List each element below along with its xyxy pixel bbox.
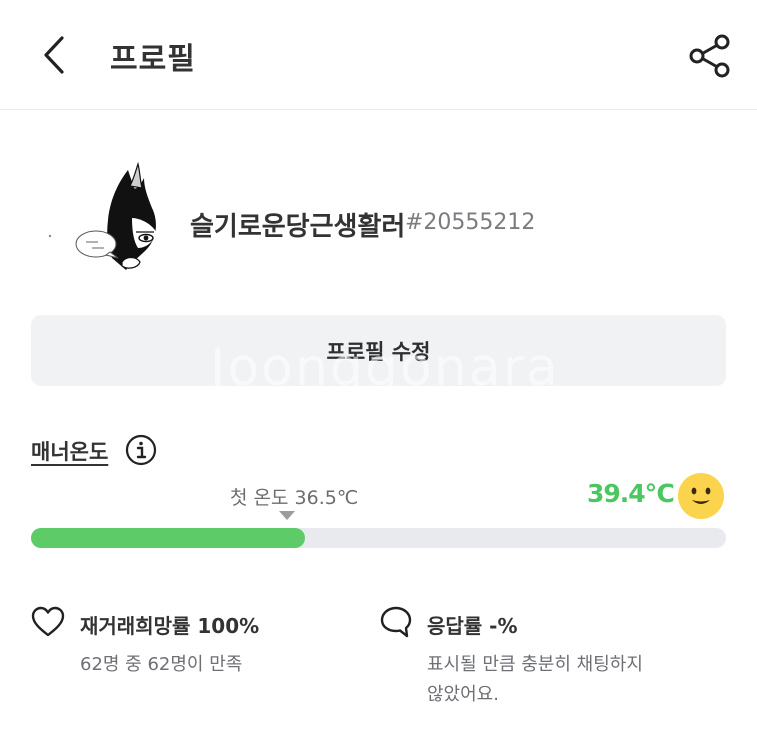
- manner-temperature-bar: [31, 528, 726, 548]
- smiley-face-icon: [677, 472, 725, 520]
- rehire-rate-title: 재거래희망률 100%: [80, 614, 260, 638]
- current-temperature: 39.4℃: [587, 479, 675, 508]
- share-button[interactable]: [684, 30, 736, 82]
- top-app-bar: 프로필: [0, 0, 757, 110]
- heart-icon: [31, 606, 65, 638]
- page-title: 프로필: [110, 42, 196, 77]
- avatar[interactable]: [40, 158, 170, 288]
- back-button[interactable]: [32, 30, 80, 80]
- edit-profile-button[interactable]: 프로필 수정: [31, 315, 726, 386]
- response-rate-title: 응답률 -%: [427, 614, 518, 638]
- manner-temperature-bar-fill: [31, 528, 305, 548]
- rehire-rate-desc: 62명 중 62명이 만족: [80, 654, 243, 675]
- response-rate-desc-line1: 표시될 만큼 충분히 채팅하지: [427, 654, 643, 675]
- speech-bubble-icon: [380, 605, 412, 639]
- response-rate-desc-line2: 않았어요.: [427, 684, 499, 705]
- first-temperature-marker: [279, 511, 295, 520]
- info-icon[interactable]: [125, 434, 157, 466]
- user-id: #20555212: [405, 210, 536, 235]
- share-icon: [689, 34, 730, 78]
- chevron-left-icon: [44, 36, 64, 74]
- nickname: 슬기로운당근생활러: [190, 212, 406, 242]
- first-temperature-label: 첫 온도 36.5℃: [230, 487, 359, 509]
- manner-temperature-label[interactable]: 매너온도: [31, 436, 108, 466]
